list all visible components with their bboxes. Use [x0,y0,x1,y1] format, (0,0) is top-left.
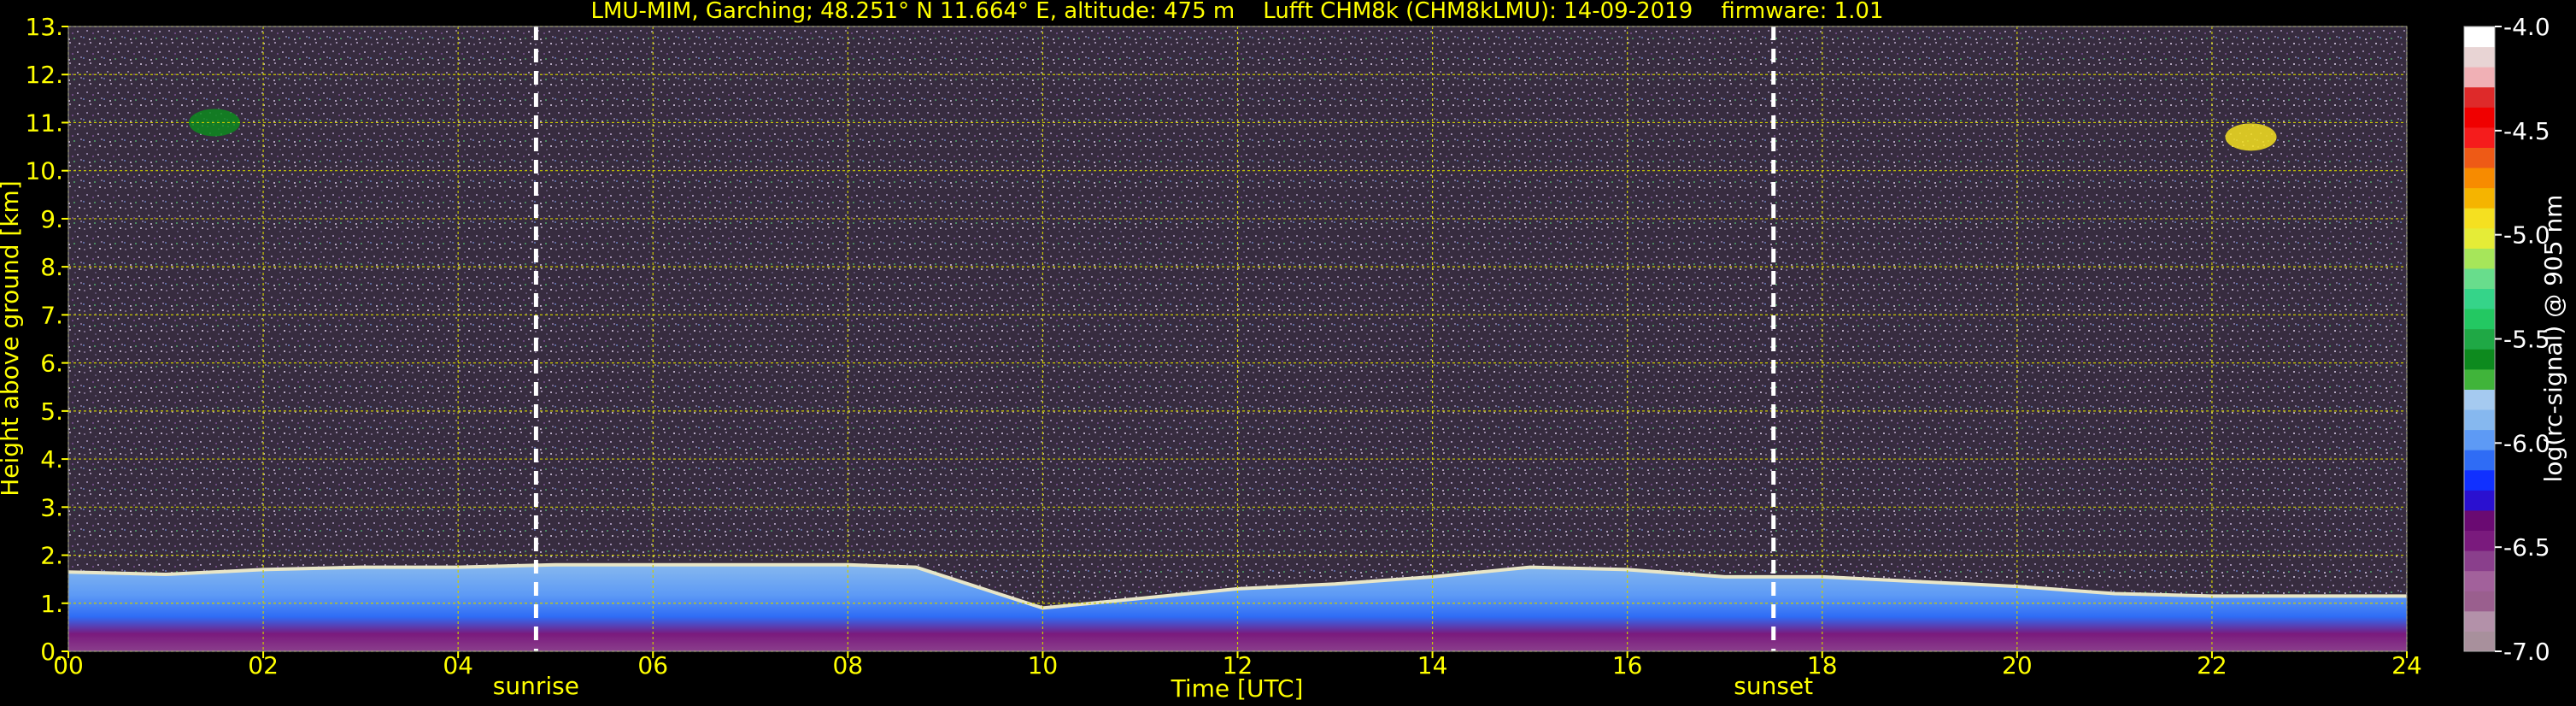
colorbar-segment [2464,530,2495,551]
y-tick-label: 2. [40,542,63,570]
y-tick-label: 4. [40,445,63,474]
colorbar: -4.0-4.5-5.0-5.5-6.0-6.5-7.0 [2463,13,2550,666]
x-tick-label: 20 [2002,651,2033,680]
colorbar-segment [2464,591,2495,612]
colorbar-label: log(rc-signal) @ 905 nm [2539,195,2567,483]
colorbar-segment [2464,509,2495,532]
colorbar-tick-label: -6.5 [2503,533,2550,562]
colorbar-segment [2464,147,2495,168]
colorbar-segment [2464,107,2495,128]
y-tick-label: 12. [25,61,63,89]
colorbar-segment [2464,450,2495,471]
x-tick-label: 24 [2391,651,2422,680]
plot-area: sunrise sunset [67,26,2408,700]
colorbar-segment [2464,67,2495,88]
y-tick-label: 5. [40,397,63,426]
colorbar-segment [2464,187,2495,209]
colorbar-tick-label: -4.0 [2503,13,2550,41]
colorbar-segment [2464,389,2495,410]
y-tick-label: 7. [40,301,63,329]
chart-title: LMU-MIM, Garching; 48.251° N 11.664° E, … [591,0,1884,24]
y-tick-label: 8. [40,253,63,281]
x-tick-label: 02 [248,651,279,680]
y-axis-ticks: 0. 1. 2. 3. 4. 5. 6. 7. 8. 9. 10. 11. 12. 13. [25,13,68,666]
x-tick-label: 04 [443,651,473,680]
x-tick-label: 22 [2197,651,2227,680]
y-axis-label: Height above ground [km] [0,180,24,497]
colorbar-tick-label: -4.5 [2503,117,2550,145]
colorbar-segment [2464,26,2495,48]
colorbar-segment [2464,208,2495,229]
colorbar-segment [2464,368,2495,390]
colorbar-segment [2464,46,2495,68]
y-tick-label: 13. [25,13,63,41]
colorbar-segment [2464,490,2495,511]
colorbar-tick-label: -7.0 [2503,638,2550,666]
colorbar-segment [2464,409,2495,431]
x-tick-label: 14 [1417,651,1448,680]
colorbar-segment [2464,631,2495,652]
colorbar-segment [2464,86,2495,108]
colorbar-segment [2464,328,2495,350]
sun-marker-label: sunset [1734,672,1813,700]
y-tick-label: 1. [40,590,63,618]
x-axis-ticks: 00 02 04 06 08 10 12 14 16 18 20 22 24 [53,651,2422,680]
colorbar-segment [2464,248,2495,269]
colorbar-segment [2464,550,2495,572]
colorbar-segment [2464,126,2495,148]
ceilometer-chart: sunrise sunset LMU-MIM, Garching; 48.251°… [0,0,2567,703]
y-tick-label: 6. [40,350,63,378]
colorbar-segment [2464,610,2495,632]
x-tick-label: 16 [1612,651,1643,680]
y-tick-label: 10. [25,157,63,185]
colorbar-segment [2464,469,2495,491]
colorbar-segment [2464,309,2495,330]
x-tick-label: 06 [637,651,668,680]
x-tick-label: 12 [1223,651,1253,680]
y-tick-label: 3. [40,493,63,521]
x-tick-label: 18 [1807,651,1838,680]
colorbar-segment [2464,268,2495,290]
colorbar-segment [2464,288,2495,309]
sun-marker-label: sunrise [493,672,579,700]
colorbar-segment [2464,570,2495,591]
colorbar-segment [2464,227,2495,249]
colorbar-segment [2464,168,2495,189]
colorbar-segment [2464,429,2495,450]
y-tick-label: 11. [25,109,63,137]
y-tick-label: 9. [40,205,63,233]
cirrus-patch [2225,123,2277,151]
colorbar-segment [2464,349,2495,370]
y-tick-label: 0. [40,638,63,666]
x-tick-label: 08 [833,651,864,680]
x-tick-label: 10 [1028,651,1059,680]
